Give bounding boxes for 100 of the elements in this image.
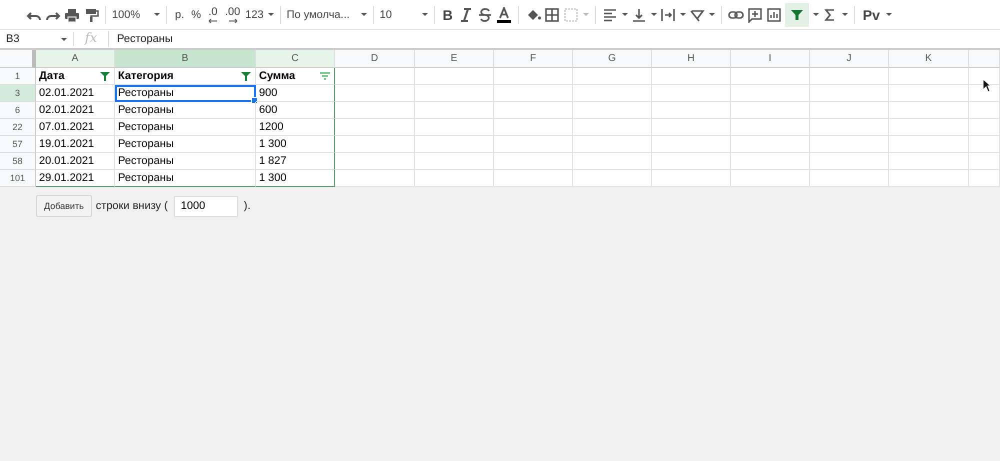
empty-cell[interactable] — [415, 170, 494, 187]
empty-cell[interactable] — [494, 68, 573, 85]
caret-icon[interactable] — [886, 13, 892, 16]
empty-cell[interactable] — [494, 136, 573, 153]
bold-button[interactable]: B — [440, 4, 455, 24]
empty-cell[interactable] — [335, 102, 415, 119]
empty-cell[interactable] — [731, 102, 810, 119]
empty-cell[interactable] — [731, 119, 810, 136]
empty-cell[interactable] — [573, 153, 652, 170]
borders-icon[interactable] — [544, 6, 560, 22]
empty-cell[interactable] — [969, 119, 1000, 136]
empty-cell[interactable] — [415, 136, 494, 153]
table-cell[interactable]: 900 — [256, 85, 335, 102]
caret-icon[interactable] — [360, 13, 367, 16]
empty-cell[interactable] — [889, 68, 969, 85]
empty-cell[interactable] — [810, 85, 889, 102]
table-cell[interactable]: 02.01.2021 — [36, 102, 115, 119]
empty-cell[interactable] — [889, 136, 969, 153]
merge-cells-icon[interactable] — [562, 6, 579, 22]
empty-cell[interactable] — [969, 153, 1000, 170]
table-cell[interactable]: 20.01.2021 — [36, 153, 115, 170]
vertical-align-icon[interactable] — [630, 6, 647, 22]
caret-icon[interactable] — [650, 13, 657, 16]
column-header[interactable]: D — [335, 50, 415, 68]
table-cell[interactable]: Сумма — [256, 68, 335, 85]
font-dropdown[interactable]: По умолча... — [286, 8, 367, 20]
align-left-icon[interactable] — [602, 6, 618, 22]
empty-cell[interactable] — [652, 119, 731, 136]
text-wrap-icon[interactable] — [660, 6, 676, 22]
table-cell[interactable]: 1200 — [256, 119, 335, 136]
empty-cell[interactable] — [731, 136, 810, 153]
column-header[interactable]: C — [256, 50, 335, 68]
caret-icon[interactable] — [154, 13, 160, 16]
column-header[interactable]: J — [810, 50, 889, 68]
empty-cell[interactable] — [810, 153, 889, 170]
printer-icon[interactable] — [64, 6, 80, 22]
empty-cell[interactable] — [415, 85, 494, 102]
empty-cell[interactable] — [494, 102, 573, 119]
empty-cell[interactable] — [731, 170, 810, 187]
caret-icon[interactable] — [842, 13, 848, 16]
table-cell[interactable]: 29.01.2021 — [36, 170, 115, 187]
empty-cell[interactable] — [415, 153, 494, 170]
caret-icon[interactable] — [622, 13, 628, 16]
row-header[interactable]: 22 — [0, 119, 36, 136]
formula-field[interactable]: Рестораны — [109, 33, 1000, 45]
empty-cell[interactable] — [335, 136, 415, 153]
filter-icon[interactable] — [240, 70, 252, 82]
empty-cell[interactable] — [969, 102, 1000, 119]
empty-cell[interactable] — [810, 102, 889, 119]
text-color-icon[interactable] — [496, 6, 512, 22]
empty-cell[interactable] — [494, 119, 573, 136]
empty-cell[interactable] — [652, 136, 731, 153]
corner-cell[interactable] — [0, 50, 36, 68]
empty-cell[interactable] — [652, 85, 731, 102]
column-header[interactable]: G — [573, 50, 652, 68]
table-cell[interactable]: Дата — [36, 68, 115, 85]
empty-cell[interactable] — [731, 153, 810, 170]
table-cell[interactable]: 02.01.2021 — [36, 85, 115, 102]
arrow-left-icon[interactable] — [208, 18, 218, 22]
column-header[interactable]: K — [889, 50, 969, 68]
table-cell[interactable]: 1 300 — [256, 170, 335, 187]
cell-reference-field[interactable]: B3 — [0, 32, 74, 46]
row-header[interactable]: 6 — [0, 102, 36, 119]
column-header[interactable]: F — [494, 50, 573, 68]
row-header[interactable]: 58 — [0, 153, 36, 170]
empty-cell[interactable] — [810, 68, 889, 85]
table-cell[interactable]: Рестораны — [115, 153, 256, 170]
chart-icon[interactable] — [766, 6, 782, 22]
table-cell[interactable]: 19.01.2021 — [36, 136, 115, 153]
empty-cell[interactable] — [889, 170, 969, 187]
empty-cell[interactable] — [335, 68, 415, 85]
table-cell[interactable]: 600 — [256, 102, 335, 119]
column-header[interactable]: I — [731, 50, 810, 68]
filter-icon[interactable] — [99, 70, 111, 82]
empty-cell[interactable] — [652, 102, 731, 119]
caret-icon[interactable] — [680, 13, 686, 16]
caret-icon[interactable] — [812, 13, 819, 16]
decrease-decimals-button[interactable]: .0 — [206, 4, 220, 24]
toolbar-button[interactable]: % — [189, 6, 203, 22]
empty-cell[interactable] — [573, 136, 652, 153]
comment-icon[interactable] — [746, 6, 763, 22]
paint-roller-icon[interactable] — [83, 6, 99, 22]
empty-cell[interactable] — [415, 119, 494, 136]
empty-cell[interactable] — [415, 68, 494, 85]
empty-cell[interactable] — [573, 102, 652, 119]
column-header[interactable]: A — [36, 50, 115, 68]
empty-cell[interactable] — [652, 68, 731, 85]
empty-cell[interactable] — [573, 85, 652, 102]
caret-icon[interactable] — [61, 38, 67, 40]
table-cell[interactable]: 1 300 — [256, 136, 335, 153]
row-header[interactable]: 1 — [0, 68, 36, 85]
empty-cell[interactable] — [889, 153, 969, 170]
empty-cell[interactable] — [652, 153, 731, 170]
empty-cell[interactable] — [335, 170, 415, 187]
add-button[interactable]: Добавить — [36, 195, 92, 217]
empty-cell[interactable] — [731, 68, 810, 85]
row-header[interactable]: 3 — [0, 85, 36, 102]
column-header[interactable]: E — [415, 50, 494, 68]
input-tools-button[interactable]: Рv — [860, 4, 882, 24]
empty-cell[interactable] — [494, 170, 573, 187]
